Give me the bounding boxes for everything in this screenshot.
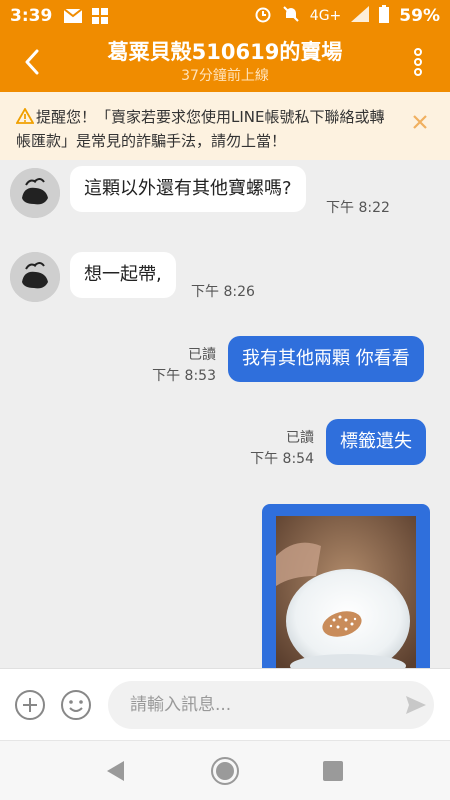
seller-avatar[interactable] [10,168,60,218]
send-icon [406,696,426,714]
network-label: 4G+ [309,8,342,24]
emoji-button[interactable] [60,689,92,721]
back-button[interactable] [14,44,50,80]
image-message[interactable] [262,504,430,668]
app-bar: 葛粟貝殼510619的賣場 37分鐘前上線 [0,32,450,92]
add-attachment-button[interactable] [14,689,46,721]
read-receipt: 已讀 [188,347,216,363]
message-time: 下午 8:54 [250,451,314,467]
cowrie-shell-photo[interactable] [276,516,416,668]
plus-icon [15,690,45,720]
nav-home-button[interactable] [210,756,240,786]
battery-percent: 59% [399,6,440,26]
square-recents-icon [323,761,343,781]
close-warning-button[interactable] [412,114,434,136]
status-bar: 3:39 4G+ 59% [0,0,450,32]
message-input-bar [0,668,450,740]
message-bubble-incoming: 想一起帶, [70,252,176,298]
message-bubble-incoming: 這顆以外還有其他寶螺嗎? [70,166,306,212]
more-vertical-icon [414,48,422,76]
triangle-back-icon [107,761,124,781]
mail-icon [64,9,83,23]
warning-text: 提醒您！「賣家若要求您使用LINE帳號私下聯絡或轉帳匯款」是常見的詐騙手法，請勿… [16,108,385,150]
windows-icon [92,8,109,24]
warning-icon [15,107,35,130]
nav-recents-button[interactable] [322,760,344,782]
more-options-button[interactable] [400,44,436,80]
message-bubble-outgoing: 標籤遺失 [326,419,426,465]
chat-header: 葛粟貝殼510619的賣場 37分鐘前上線 [60,38,390,86]
status-time: 3:39 [10,6,53,26]
online-status: 37分鐘前上線 [181,68,269,84]
message-input[interactable] [108,681,434,729]
message-time: 下午 8:26 [191,284,255,300]
alarm-icon [254,5,272,27]
message-bubble-outgoing: 我有其他兩顆 你看看 [228,336,424,382]
send-button[interactable] [404,693,428,717]
close-icon [413,115,427,129]
smiley-icon [61,690,91,720]
read-receipt: 已讀 [286,430,314,446]
nav-back-button[interactable] [104,759,128,783]
battery-icon [379,5,390,27]
scam-warning-banner: 提醒您！「賣家若要求您使用LINE帳號私下聯絡或轉帳匯款」是常見的詐騙手法，請勿… [0,92,450,160]
shop-title: 葛粟貝殼510619的賣場 [107,40,343,64]
seller-avatar[interactable] [10,252,60,302]
chevron-left-icon [25,49,39,75]
message-time: 下午 8:53 [152,368,216,384]
message-time: 下午 8:22 [326,200,390,216]
system-navigation-bar [0,740,450,800]
circle-home-icon [211,757,239,785]
mute-icon [282,5,300,27]
signal-icon [351,6,370,26]
chat-messages[interactable]: 這顆以外還有其他寶螺嗎? 下午 8:22 想一起帶, 下午 8:26 已讀 下午… [0,160,450,668]
